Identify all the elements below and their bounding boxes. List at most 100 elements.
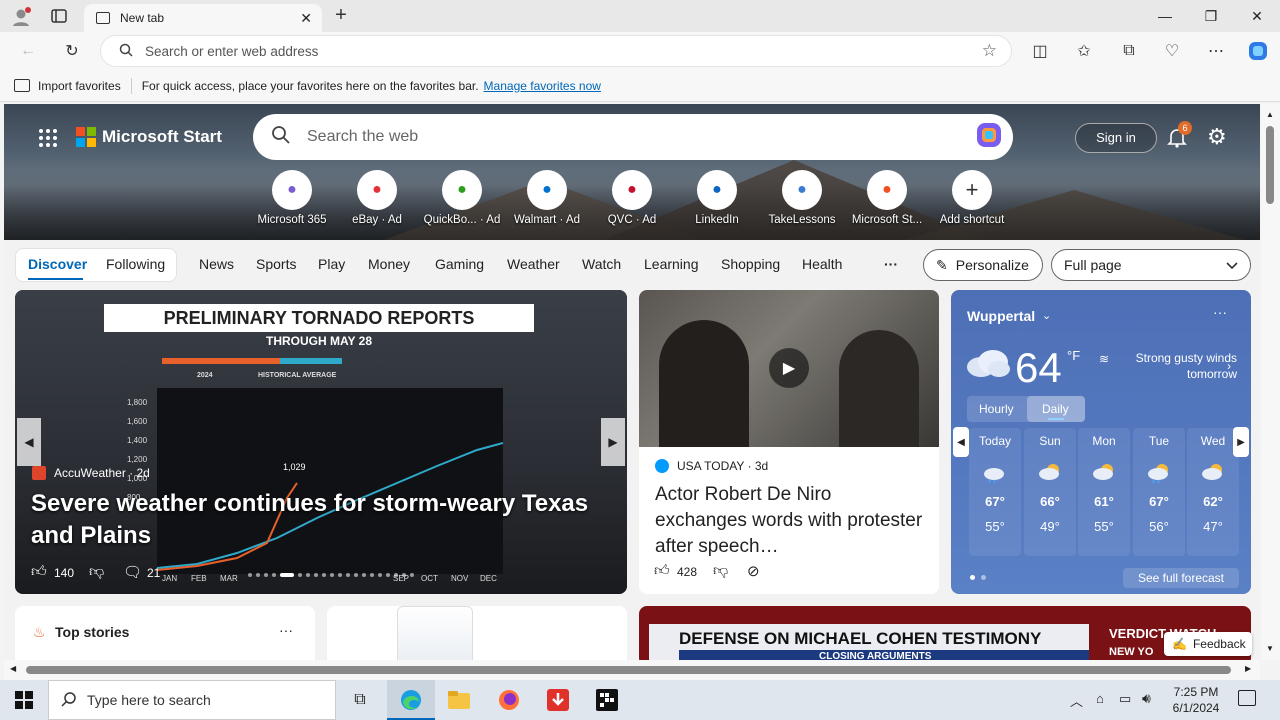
sign-in-button[interactable]: Sign in bbox=[1075, 123, 1157, 153]
firefox-icon[interactable] bbox=[485, 680, 533, 720]
carousel-dot[interactable] bbox=[354, 573, 358, 577]
forecast-day[interactable]: Today 67° 55° bbox=[969, 428, 1021, 556]
carousel-dot[interactable] bbox=[298, 573, 302, 577]
carousel-dot[interactable] bbox=[248, 573, 252, 577]
scroll-left-arrow[interactable]: ◀ bbox=[10, 664, 16, 673]
scroll-up-arrow[interactable]: ▲ bbox=[1266, 110, 1274, 119]
product-card[interactable] bbox=[327, 606, 627, 660]
carousel-dot[interactable] bbox=[410, 573, 414, 577]
shortcut-tile[interactable]: ● QVC · Ad bbox=[590, 170, 674, 226]
personalize-button[interactable]: ✎ Personalize bbox=[923, 249, 1043, 281]
forecast-day[interactable]: Sun 66° 49° bbox=[1024, 428, 1076, 556]
weather-location[interactable]: Wuppertal bbox=[967, 308, 1035, 324]
more-categories-button[interactable]: ··· bbox=[884, 256, 898, 272]
horizontal-scrollbar[interactable]: ◀ ▶ bbox=[4, 660, 1260, 680]
video-news-card[interactable]: DEFENSE ON MICHAEL COHEN TESTIMONY CLOSI… bbox=[639, 606, 1251, 660]
restore-button[interactable]: ❐ bbox=[1188, 0, 1234, 32]
carousel-prev-button[interactable]: ◀ bbox=[17, 418, 41, 466]
horizontal-scroll-thumb[interactable] bbox=[26, 666, 1231, 674]
feedback-button[interactable]: ✍ Feedback bbox=[1164, 632, 1252, 656]
browser-essentials-icon[interactable]: ♡ bbox=[1160, 40, 1184, 62]
close-window-button[interactable]: ✕ bbox=[1234, 0, 1280, 32]
carousel-dot-active[interactable] bbox=[280, 573, 294, 577]
minimize-button[interactable]: — bbox=[1142, 0, 1188, 32]
import-favorites-icon[interactable] bbox=[14, 79, 30, 92]
carousel-dot[interactable] bbox=[362, 573, 366, 577]
carousel-dot[interactable] bbox=[306, 573, 310, 577]
clock[interactable]: 7:25 PM 6/1/2024 bbox=[1166, 684, 1226, 716]
story-headline[interactable]: Severe weather continues for storm-weary… bbox=[31, 488, 621, 552]
brand-title[interactable]: Microsoft Start bbox=[102, 127, 222, 147]
nav-item-health[interactable]: Health bbox=[802, 256, 842, 272]
alert-chevron-icon[interactable]: › bbox=[1227, 359, 1231, 373]
carousel-dot[interactable] bbox=[394, 573, 398, 577]
refresh-icon[interactable]: ↻ bbox=[60, 40, 84, 62]
nav-item-money[interactable]: Money bbox=[368, 256, 410, 272]
tab-hourly[interactable]: Hourly bbox=[979, 402, 1014, 416]
favorites-icon[interactable]: ✩ bbox=[1072, 40, 1096, 62]
shortcut-tile[interactable]: ● Microsoft St... bbox=[845, 170, 929, 226]
page-dot[interactable] bbox=[981, 575, 986, 580]
split-screen-icon[interactable]: ◫ bbox=[1028, 40, 1052, 62]
taskbar-search-box[interactable]: Type here to search bbox=[48, 680, 336, 720]
carousel-dot[interactable] bbox=[322, 573, 326, 577]
top-stories-more-icon[interactable]: ··· bbox=[279, 622, 293, 638]
tab-actions-icon[interactable] bbox=[50, 8, 70, 24]
task-view-icon[interactable]: ⧉ bbox=[336, 680, 384, 720]
hide-story-icon[interactable]: ⊘ bbox=[747, 562, 760, 580]
tab-new-tab[interactable]: New tab ✕ bbox=[84, 4, 322, 32]
tab-following[interactable]: Following bbox=[106, 256, 165, 272]
carousel-dot[interactable] bbox=[346, 573, 350, 577]
shortcut-tile[interactable]: ● TakeLessons bbox=[760, 170, 844, 226]
carousel-dot[interactable] bbox=[272, 573, 276, 577]
shortcut-tile[interactable]: ● eBay · Ad bbox=[335, 170, 419, 226]
see-full-forecast-link[interactable]: See full forecast bbox=[1123, 568, 1239, 588]
back-icon[interactable]: ← bbox=[16, 40, 40, 62]
nav-item-weather[interactable]: Weather bbox=[507, 256, 560, 272]
carousel-dot[interactable] bbox=[386, 573, 390, 577]
forecast-day[interactable]: Tue 67° 56° bbox=[1133, 428, 1185, 556]
weather-card[interactable]: Wuppertal ⌄ ··· 64 °F ≋ Strong gusty win… bbox=[951, 290, 1251, 594]
carousel-dot[interactable] bbox=[256, 573, 260, 577]
shortcut-tile[interactable]: ● Microsoft 365 bbox=[250, 170, 334, 226]
nav-item-learning[interactable]: Learning bbox=[644, 256, 699, 272]
like-icon[interactable]: 👍︎ bbox=[654, 562, 670, 580]
notifications-center-icon[interactable] bbox=[1238, 690, 1256, 706]
shortcut-tile[interactable]: ● Walmart · Ad bbox=[505, 170, 589, 226]
vertical-scroll-thumb[interactable] bbox=[1266, 126, 1274, 204]
download-app-icon[interactable] bbox=[534, 680, 582, 720]
temperature-unit[interactable]: °F bbox=[1067, 348, 1080, 363]
show-hidden-icons[interactable]: ︿ bbox=[1070, 691, 1083, 710]
system-tray-icon[interactable]: ⌂ bbox=[1096, 691, 1104, 706]
apps-launcher-icon[interactable] bbox=[38, 128, 58, 153]
nav-item-play[interactable]: Play bbox=[318, 256, 345, 272]
nav-item-shopping[interactable]: Shopping bbox=[721, 256, 780, 272]
carousel-dot[interactable] bbox=[402, 573, 406, 577]
collections-icon[interactable]: ⧉ bbox=[1117, 40, 1141, 62]
new-tab-button[interactable]: + bbox=[330, 4, 352, 28]
file-explorer-icon[interactable] bbox=[435, 680, 483, 720]
layout-select[interactable]: Full page bbox=[1051, 249, 1251, 281]
carousel-dot[interactable] bbox=[338, 573, 342, 577]
forecast-prev-button[interactable]: ◀ bbox=[953, 427, 969, 457]
settings-more-icon[interactable]: ⋯ bbox=[1204, 40, 1228, 62]
hero-story-card[interactable]: PRELIMINARY TORNADO REPORTS THROUGH MAY … bbox=[15, 290, 627, 594]
comment-icon[interactable]: 🗨︎ bbox=[123, 563, 142, 581]
page-settings-icon[interactable]: ⚙ bbox=[1207, 126, 1229, 148]
page-dot-active[interactable] bbox=[970, 575, 975, 580]
carousel-next-button[interactable]: ▶ bbox=[601, 418, 625, 466]
dislike-icon[interactable]: 👎︎ bbox=[713, 562, 728, 580]
shortcut-tile[interactable]: ● QuickBo... · Ad bbox=[420, 170, 504, 226]
forecast-day[interactable]: Mon 61° 55° bbox=[1078, 428, 1130, 556]
nav-item-news[interactable]: News bbox=[199, 256, 234, 272]
copilot-icon[interactable] bbox=[1246, 40, 1270, 62]
carousel-dot[interactable] bbox=[370, 573, 374, 577]
edge-taskbar-icon[interactable] bbox=[387, 680, 435, 720]
forecast-day[interactable]: Wed 62° 47° bbox=[1187, 428, 1239, 556]
app-grid-icon[interactable] bbox=[583, 680, 631, 720]
network-icon[interactable]: ▭ bbox=[1119, 691, 1131, 707]
tab-discover[interactable]: Discover bbox=[28, 256, 87, 272]
dislike-icon[interactable]: 👎︎ bbox=[89, 563, 104, 581]
nav-item-gaming[interactable]: Gaming bbox=[435, 256, 484, 272]
shortcut-tile[interactable]: ● LinkedIn bbox=[675, 170, 759, 226]
